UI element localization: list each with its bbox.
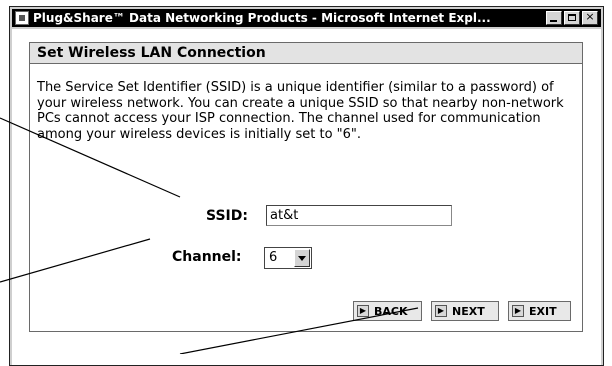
next-button-label: NEXT [452,304,485,318]
channel-select[interactable]: 6 [264,247,312,269]
ssid-description: The Service Set Identifier (SSID) is a u… [37,80,564,142]
back-button-label: BACK [374,304,408,318]
exit-button[interactable]: ▶ EXIT [508,301,571,321]
maximize-button[interactable] [564,11,580,25]
exit-button-label: EXIT [529,304,557,318]
wireless-panel: Set Wireless LAN Connection The Service … [29,42,583,332]
minimize-icon [550,20,557,22]
browser-icon [15,11,29,25]
panel-title: Set Wireless LAN Connection [30,43,582,64]
next-button[interactable]: ▶ NEXT [431,301,499,321]
maximize-icon [568,14,576,21]
arrow-right-icon: ▶ [512,305,524,317]
close-button[interactable]: × [582,10,598,25]
channel-label: Channel: [172,249,242,265]
page-content: Set Wireless LAN Connection The Service … [12,29,601,365]
arrow-right-icon: ▶ [357,305,369,317]
channel-select-value: 6 [269,250,278,265]
arrow-right-icon: ▶ [435,305,447,317]
ssid-label: SSID: [206,208,248,224]
ssid-input[interactable] [266,205,452,226]
back-button[interactable]: ▶ BACK [353,301,422,321]
minimize-button[interactable] [546,11,562,25]
browser-window: Plug&Share™ Data Networking Products - M… [9,6,604,366]
title-bar: Plug&Share™ Data Networking Products - M… [12,9,601,27]
chevron-down-icon[interactable] [294,249,310,267]
window-title: Plug&Share™ Data Networking Products - M… [33,11,491,25]
close-icon: × [585,10,595,23]
